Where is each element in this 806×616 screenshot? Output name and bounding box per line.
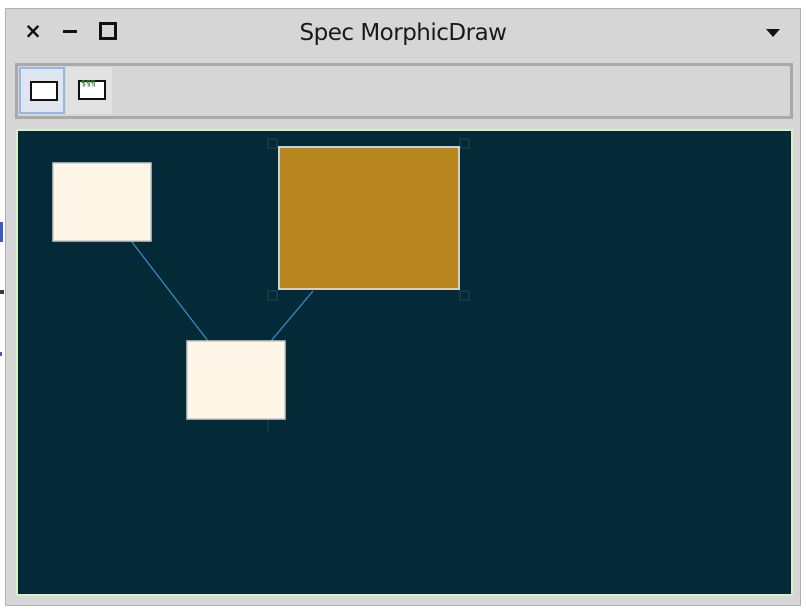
window-menu-button[interactable] [766, 29, 780, 37]
canvas-drawing [52, 138, 470, 431]
selection-handle[interactable] [267, 138, 278, 149]
drawing-canvas[interactable] [16, 129, 793, 596]
canvas-box-selected[interactable] [278, 146, 460, 290]
canvas-box[interactable] [186, 340, 286, 420]
background-window-fragment [0, 222, 3, 242]
tool-palette: ¶¶¶ [15, 63, 793, 119]
morphicdraw-window: × Spec MorphicDraw ¶¶¶ [5, 8, 801, 606]
rectangle-tool-button[interactable] [19, 67, 65, 114]
window-title: Spec MorphicDraw [299, 20, 507, 46]
connector-line[interactable] [131, 241, 209, 342]
selection-handle[interactable] [459, 138, 470, 149]
text-tool-button[interactable]: ¶¶¶ [66, 67, 112, 114]
window-titlebar[interactable]: × Spec MorphicDraw [6, 9, 800, 59]
selection-handle[interactable] [459, 290, 470, 301]
text-box-icon: ¶¶¶ [78, 79, 106, 100]
canvas-box[interactable] [52, 162, 152, 242]
rectangle-icon [30, 81, 58, 101]
background-window-fragment [0, 352, 2, 356]
background-window-fragment [0, 290, 4, 294]
selection-handle[interactable] [267, 290, 278, 301]
